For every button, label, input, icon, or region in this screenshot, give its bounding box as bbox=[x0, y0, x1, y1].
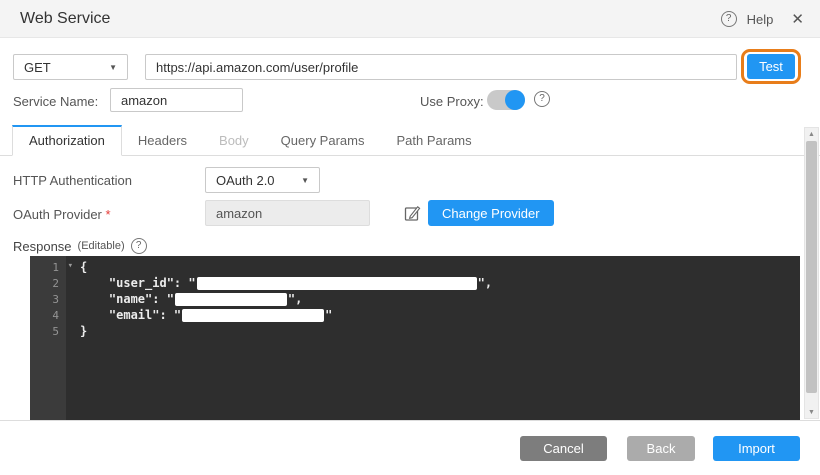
chevron-down-icon: ▼ bbox=[301, 176, 309, 185]
scroll-up-arrow-icon[interactable]: ▲ bbox=[805, 128, 818, 140]
footer-divider bbox=[0, 420, 820, 421]
line-number: 4 bbox=[30, 309, 66, 322]
code-text: } bbox=[66, 324, 87, 338]
editor-line: 2 "user_id": "", bbox=[30, 275, 800, 291]
use-proxy-label: Use Proxy: bbox=[420, 94, 484, 109]
http-method-select[interactable]: GET ▼ bbox=[13, 54, 128, 80]
use-proxy-toggle[interactable] bbox=[487, 90, 525, 110]
line-number: 2 bbox=[30, 277, 66, 290]
scrollbar-thumb[interactable] bbox=[806, 141, 817, 393]
redacted-value bbox=[182, 309, 324, 322]
oauth-provider-label: OAuth Provider * bbox=[13, 207, 111, 222]
service-name-input[interactable] bbox=[110, 88, 243, 112]
http-authentication-label: HTTP Authentication bbox=[13, 173, 132, 188]
cancel-button[interactable]: Cancel bbox=[520, 436, 607, 461]
code-text: "user_id": "", bbox=[66, 276, 492, 290]
http-authentication-value: OAuth 2.0 bbox=[216, 173, 275, 188]
back-button[interactable]: Back bbox=[627, 436, 695, 461]
edit-provider-icon[interactable] bbox=[404, 205, 421, 222]
scroll-down-arrow-icon[interactable]: ▼ bbox=[805, 406, 818, 418]
vertical-scrollbar[interactable]: ▲ ▼ bbox=[804, 127, 819, 419]
chevron-down-icon: ▼ bbox=[109, 63, 117, 72]
proxy-help-icon[interactable]: ? bbox=[534, 91, 550, 107]
tab-path-params[interactable]: Path Params bbox=[380, 126, 487, 155]
code-text: "email": "" bbox=[66, 308, 332, 322]
response-editable-label: (Editable) bbox=[78, 240, 125, 252]
tab-headers[interactable]: Headers bbox=[122, 126, 203, 155]
footer: Cancel Back Import bbox=[0, 436, 820, 462]
required-asterisk: * bbox=[106, 207, 111, 222]
line-number: 5 bbox=[30, 325, 66, 338]
tab-body: Body bbox=[203, 126, 265, 155]
import-button[interactable]: Import bbox=[713, 436, 800, 461]
response-code-editor[interactable]: 1▾{2 "user_id": "",3 "name": "",4 "email… bbox=[30, 256, 800, 420]
http-authentication-select[interactable]: OAuth 2.0 ▼ bbox=[205, 167, 320, 193]
close-icon[interactable]: ✕ bbox=[791, 10, 804, 28]
line-number: 3 bbox=[30, 293, 66, 306]
response-label-row: Response (Editable) ? bbox=[13, 238, 147, 254]
service-name-label: Service Name: bbox=[13, 94, 98, 109]
toggle-knob bbox=[505, 90, 525, 110]
fold-arrow-icon[interactable]: ▾ bbox=[68, 261, 73, 271]
oauth-provider-input bbox=[205, 200, 370, 226]
line-number: 1▾ bbox=[30, 261, 66, 274]
editor-line: 1▾{ bbox=[30, 259, 800, 275]
test-button[interactable]: Test bbox=[747, 54, 795, 79]
title-bar: Web Service ? Help ✕ bbox=[0, 0, 820, 38]
url-input[interactable] bbox=[145, 54, 737, 80]
response-help-icon[interactable]: ? bbox=[131, 238, 147, 254]
help-link[interactable]: Help bbox=[747, 12, 774, 27]
web-service-dialog: Web Service ? Help ✕ GET ▼ Test Service … bbox=[0, 0, 820, 475]
code-text: "name": "", bbox=[66, 292, 302, 306]
response-label: Response bbox=[13, 239, 72, 254]
editor-line: 4 "email": "" bbox=[30, 307, 800, 323]
http-method-value: GET bbox=[24, 60, 51, 75]
editor-line: 3 "name": "", bbox=[30, 291, 800, 307]
editor-lines: 1▾{2 "user_id": "",3 "name": "",4 "email… bbox=[30, 256, 800, 339]
page-title: Web Service bbox=[20, 10, 110, 28]
help-icon[interactable]: ? bbox=[721, 11, 737, 27]
tab-query-params[interactable]: Query Params bbox=[265, 126, 381, 155]
tab-authorization[interactable]: Authorization bbox=[12, 125, 122, 156]
editor-line: 5} bbox=[30, 323, 800, 339]
redacted-value bbox=[175, 293, 287, 306]
tab-strip: AuthorizationHeadersBodyQuery ParamsPath… bbox=[0, 126, 820, 156]
redacted-value bbox=[197, 277, 477, 290]
change-provider-button[interactable]: Change Provider bbox=[428, 200, 554, 226]
